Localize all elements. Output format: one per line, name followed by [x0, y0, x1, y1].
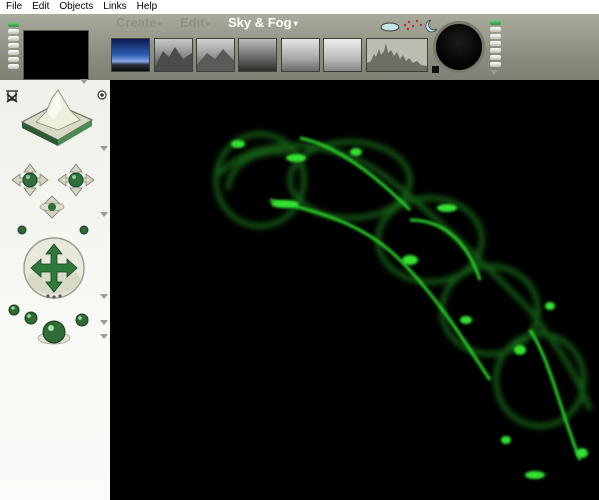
move-xz-arrows-icon[interactable]: [11, 163, 49, 197]
gray-fog-preset-icon[interactable]: [238, 38, 277, 72]
app-window: Create ▸ Edit ▸ Sky & Fog ▾: [0, 14, 599, 500]
tab-create[interactable]: Create ▸: [116, 15, 162, 30]
chevron-down-icon[interactable]: [490, 70, 498, 75]
rotate-trackball-icon[interactable]: [22, 234, 88, 306]
tab-arrow-icon: ▸: [158, 19, 163, 29]
right-slider[interactable]: [490, 20, 501, 69]
moon-icon[interactable]: [425, 19, 438, 33]
menu-objects[interactable]: Objects: [54, 0, 98, 14]
cloud-icon[interactable]: [380, 22, 400, 32]
left-slider[interactable]: [8, 22, 19, 71]
tab-edit[interactable]: Edit ▸: [180, 15, 211, 30]
pale-sky-preset-icon[interactable]: [323, 38, 362, 72]
scene-preview[interactable]: [23, 30, 89, 80]
menu-edit[interactable]: Edit: [27, 0, 54, 14]
chevron-down-icon[interactable]: [100, 146, 108, 151]
chevron-down-icon[interactable]: [100, 320, 108, 325]
zoom-in-icon[interactable]: [37, 320, 71, 345]
weather-icons: [380, 19, 438, 33]
histogram: [366, 38, 428, 72]
left-tool-panel: [0, 14, 110, 500]
radio-icon[interactable]: [97, 90, 107, 100]
terrain-trackball-icon[interactable]: [18, 86, 96, 150]
chevron-down-icon[interactable]: [100, 212, 108, 217]
mountain-haze-preset-icon[interactable]: [196, 38, 235, 72]
zoom-step-icon[interactable]: [24, 311, 38, 325]
tab-arrow-icon: ▾: [293, 19, 298, 29]
gray-sky-preset-icon[interactable]: [281, 38, 320, 72]
atmosphere-preview-sphere[interactable]: [433, 21, 485, 73]
zoom-extra-icon[interactable]: [75, 313, 89, 327]
zoom-spheres: [8, 304, 89, 345]
render-viewport[interactable]: [110, 80, 599, 500]
particles-icon[interactable]: [403, 19, 423, 31]
menu-links[interactable]: Links: [98, 0, 131, 14]
chevron-down-icon[interactable]: [100, 334, 108, 339]
menu-bar: File Edit Objects Links Help: [0, 0, 599, 14]
chevron-down-icon[interactable]: [80, 79, 88, 84]
tab-arrow-icon: ▸: [206, 19, 211, 29]
move-controls: [11, 163, 95, 219]
move-y-arrows-icon[interactable]: [39, 195, 65, 219]
zoom-out-icon[interactable]: [8, 304, 20, 316]
menu-file[interactable]: File: [0, 0, 27, 14]
sunset-sky-preset-icon[interactable]: [111, 38, 150, 72]
mountain-fog-preset-icon[interactable]: [154, 38, 193, 72]
color-chip[interactable]: [432, 66, 439, 73]
glowing-tube-render: [213, 131, 593, 479]
tab-sky-fog[interactable]: Sky & Fog ▾: [228, 15, 298, 30]
move-xy-arrows-icon[interactable]: [57, 163, 95, 197]
menu-help[interactable]: Help: [132, 0, 163, 14]
